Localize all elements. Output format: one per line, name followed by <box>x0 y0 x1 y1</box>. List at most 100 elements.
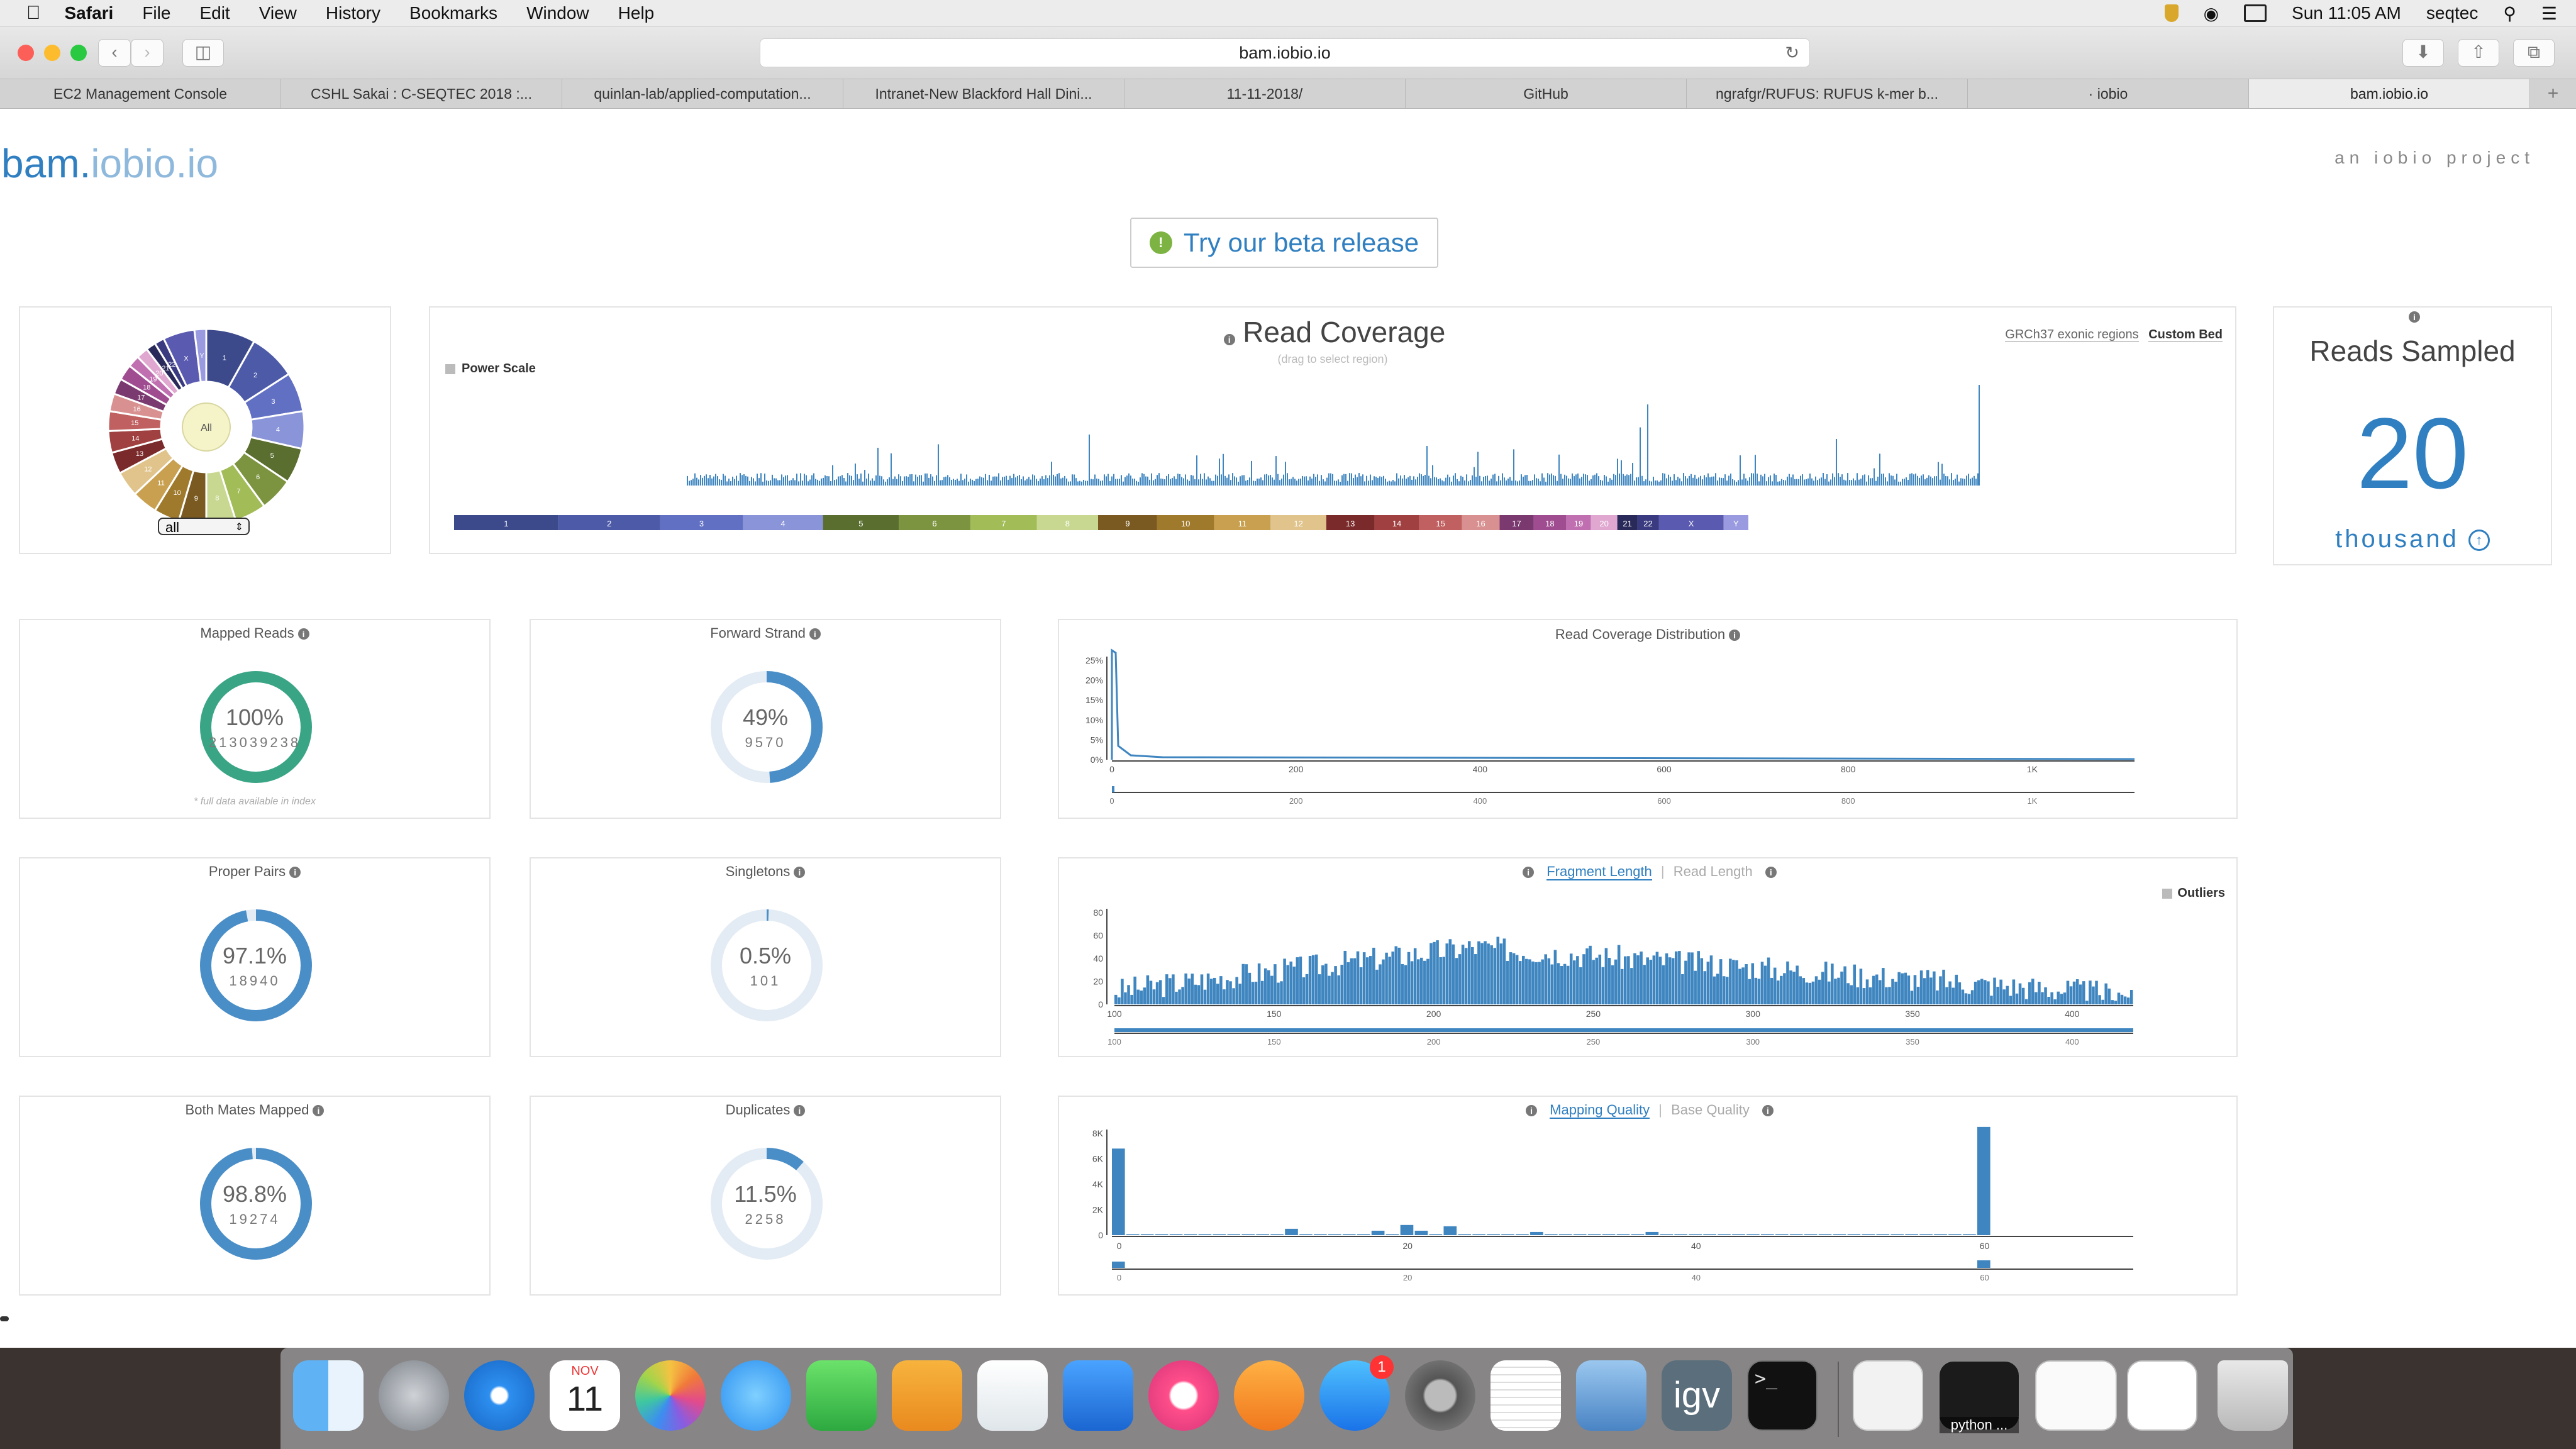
fragment-bar <box>1223 989 1226 1004</box>
system-preferences-icon[interactable] <box>1405 1360 1475 1431</box>
preview-icon[interactable] <box>1576 1360 1646 1431</box>
pages-icon[interactable] <box>892 1360 962 1431</box>
tab-ec2[interactable]: EC2 Management Console <box>0 79 281 108</box>
photos-icon[interactable] <box>635 1360 706 1431</box>
coverage-bar <box>1928 475 1929 486</box>
coverage-bar <box>851 475 852 486</box>
share-button[interactable]: ⇧ <box>2458 39 2499 67</box>
coverage-bar <box>1053 474 1054 486</box>
fragment-bar <box>1894 981 1897 1004</box>
tab-quinlan-lab[interactable]: quinlan-lab/applied-computation... <box>562 79 843 108</box>
coverage-distribution-plot[interactable]: 25% 20% 15% 10% 5% 0% 0 200 400 600 800 1K 0 200 400 60… <box>1059 620 2239 820</box>
fragment-length-plot[interactable]: 806040200100 150 200 250 300 350 400100 150 200 2… <box>1059 858 2239 1058</box>
fragment-bar <box>1592 960 1595 1004</box>
coverage-bar <box>1081 481 1082 486</box>
info-icon[interactable]: i <box>2409 311 2420 323</box>
tab-github[interactable]: GitHub <box>1406 79 1687 108</box>
coverage-bar <box>1558 454 1560 486</box>
read-coverage-plot[interactable]: 1 2 3 4 5 6 7 8 9 10 11 12 13 14 15 16 17 18 19 20 21 22 X Y <box>430 308 2238 555</box>
document-thumbnail[interactable] <box>2127 1360 2197 1431</box>
keynote-icon[interactable] <box>1063 1360 1133 1431</box>
coverage-bar <box>1821 477 1822 486</box>
fragment-bar <box>2035 992 2038 1004</box>
menu-view[interactable]: View <box>259 3 297 23</box>
document-stack-icon[interactable] <box>1853 1360 1923 1431</box>
launchpad-icon[interactable] <box>379 1360 449 1431</box>
safari-icon[interactable] <box>464 1360 535 1431</box>
menu-file[interactable]: File <box>142 3 170 23</box>
back-button[interactable]: ‹ <box>98 39 131 67</box>
terminal-icon[interactable]: >_ <box>1747 1360 1818 1431</box>
app-store-icon[interactable]: 1 <box>1319 1355 1394 1431</box>
finder-icon[interactable] <box>293 1360 364 1431</box>
fragment-bar <box>1464 948 1468 1004</box>
messages-icon[interactable] <box>721 1360 791 1431</box>
books-icon[interactable] <box>1234 1360 1304 1431</box>
coverage-bar <box>1136 480 1137 486</box>
igv-app-icon[interactable]: igv <box>1662 1360 1732 1431</box>
coverage-bar <box>953 479 954 486</box>
fragment-bar <box>1811 981 1815 1004</box>
coverage-bar <box>1404 475 1405 486</box>
close-window-button[interactable] <box>18 45 34 61</box>
menu-app-name[interactable]: Safari <box>65 3 114 23</box>
beta-button[interactable]: ! Try our beta release <box>1130 218 1438 268</box>
tab-overview-button[interactable]: ⧉ <box>2513 39 2555 67</box>
wifi-icon[interactable]: ◉ <box>2204 3 2219 24</box>
spotlight-icon[interactable]: ⚲ <box>2503 3 2516 24</box>
address-bar[interactable]: bam.iobio.io ↻ <box>760 38 1810 67</box>
menu-help[interactable]: Help <box>618 3 655 23</box>
coverage-bar <box>1960 478 1962 486</box>
python-window-thumbnail[interactable]: python ... <box>1938 1360 2020 1433</box>
app-logo[interactable]: bam.iobio.io <box>1 140 218 187</box>
numbers-icon[interactable] <box>977 1360 1048 1431</box>
menu-bookmarks[interactable]: Bookmarks <box>409 3 497 23</box>
coverage-bar <box>1711 476 1713 486</box>
tab-bam-iobio[interactable]: bam.iobio.io <box>2249 79 2530 108</box>
music-icon[interactable] <box>1148 1360 1219 1431</box>
new-tab-button[interactable]: + <box>2530 79 2576 108</box>
coverage-bar <box>1323 479 1324 486</box>
coverage-bar <box>1900 481 1901 486</box>
x-tick-label: 60 <box>1980 1241 1990 1251</box>
calendar-icon[interactable]: NOV 11 <box>550 1360 620 1431</box>
apple-icon[interactable]:  <box>26 3 41 24</box>
tab-rufus[interactable]: ngrafgr/RUFUS: RUFUS k-mer b... <box>1687 79 1968 108</box>
stat-percent: 100% <box>225 704 284 730</box>
zoom-window-button[interactable] <box>70 45 87 61</box>
x-tick-label: 20 <box>1402 1241 1413 1251</box>
menu-window[interactable]: Window <box>526 3 589 23</box>
coverage-bar <box>1387 481 1388 486</box>
tab-date-folder[interactable]: 11-11-2018/ <box>1124 79 1406 108</box>
trash-icon[interactable] <box>2218 1360 2288 1431</box>
menubar-clock[interactable]: Sun 11:05 AM <box>2292 3 2401 23</box>
fragment-bar <box>1939 976 1942 1004</box>
coverage-bar <box>1607 481 1609 486</box>
minimize-window-button[interactable] <box>44 45 60 61</box>
textedit-icon[interactable] <box>1491 1360 1561 1431</box>
tab-intranet[interactable]: Intranet-New Blackford Hall Dini... <box>843 79 1124 108</box>
downloads-button[interactable]: ⬇ <box>2402 39 2444 67</box>
tab-iobio[interactable]: · iobio <box>1968 79 2249 108</box>
airplay-icon[interactable] <box>2244 4 2267 22</box>
wheel-center-label: All <box>201 423 212 433</box>
shield-icon[interactable] <box>2164 4 2179 22</box>
coverage-bar <box>775 478 777 486</box>
mapping-quality-plot[interactable]: 8K 6K 4K 2K 0 0 20 40 60 0 20 40 60 <box>1059 1097 2239 1297</box>
coverage-bar <box>840 476 841 486</box>
forward-button[interactable]: › <box>131 39 164 67</box>
facetime-icon[interactable] <box>806 1360 877 1431</box>
menubar-user[interactable]: seqtec <box>2426 3 2479 23</box>
tab-cshl-sakai[interactable]: CSHL Sakai : C-SEQTEC 2018 :... <box>281 79 562 108</box>
coverage-bar <box>921 475 922 486</box>
menu-history[interactable]: History <box>326 3 380 23</box>
menu-edit[interactable]: Edit <box>199 3 230 23</box>
sample-more-icon[interactable]: ↑ <box>2468 530 2490 552</box>
coverage-bar <box>979 476 980 486</box>
window-thumbnail[interactable] <box>2035 1360 2117 1431</box>
reload-icon[interactable]: ↻ <box>1785 39 1799 67</box>
coverage-bar <box>1040 478 1041 486</box>
notification-center-icon[interactable]: ☰ <box>2541 3 2557 24</box>
sidebar-toggle-button[interactable]: ◫ <box>182 39 224 67</box>
chromosome-select[interactable]: all ⇕ <box>158 518 250 535</box>
